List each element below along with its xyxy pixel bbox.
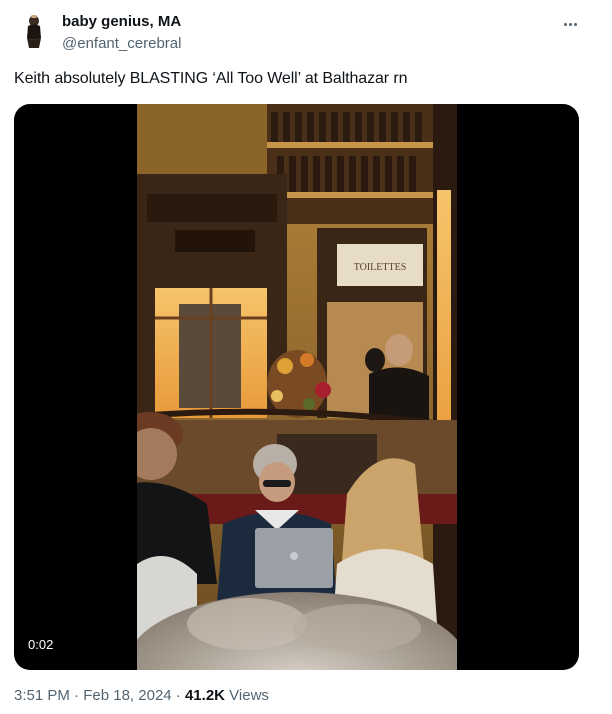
more-horizontal-icon [563, 22, 567, 26]
tweet-text: Keith absolutely BLASTING ‘All Too Well’… [14, 70, 408, 87]
tweet-meta: 3:51 PM · Feb 18, 2024 · 41.2K Views [14, 687, 269, 704]
views-label: Views [225, 687, 269, 704]
meta-separator: · [171, 687, 185, 704]
tweet-card: baby genius, MA @enfant_cerebral Keith a… [0, 0, 612, 714]
video-duration-badge: 0:02 [22, 634, 60, 656]
more-dot [573, 22, 577, 26]
tweet-time[interactable]: 3:51 PM [14, 687, 70, 704]
video-frame: TOILETTES [137, 104, 457, 670]
author-display-name[interactable]: baby genius, MA [62, 13, 181, 30]
tweet-date[interactable]: Feb 18, 2024 [83, 687, 171, 704]
more-options-button[interactable] [558, 14, 582, 34]
video-still-image: TOILETTES [137, 104, 457, 670]
views-count: 41.2K [184, 687, 225, 704]
author-handle[interactable]: @enfant_cerebral [62, 35, 181, 52]
author-avatar[interactable] [14, 10, 54, 50]
toilettes-sign: TOILETTES [354, 262, 407, 273]
more-dot [568, 22, 572, 26]
avatar-figure-icon [14, 10, 54, 50]
video-player[interactable]: TOILETTES 0:02 [14, 104, 579, 670]
meta-separator: · [69, 687, 84, 704]
